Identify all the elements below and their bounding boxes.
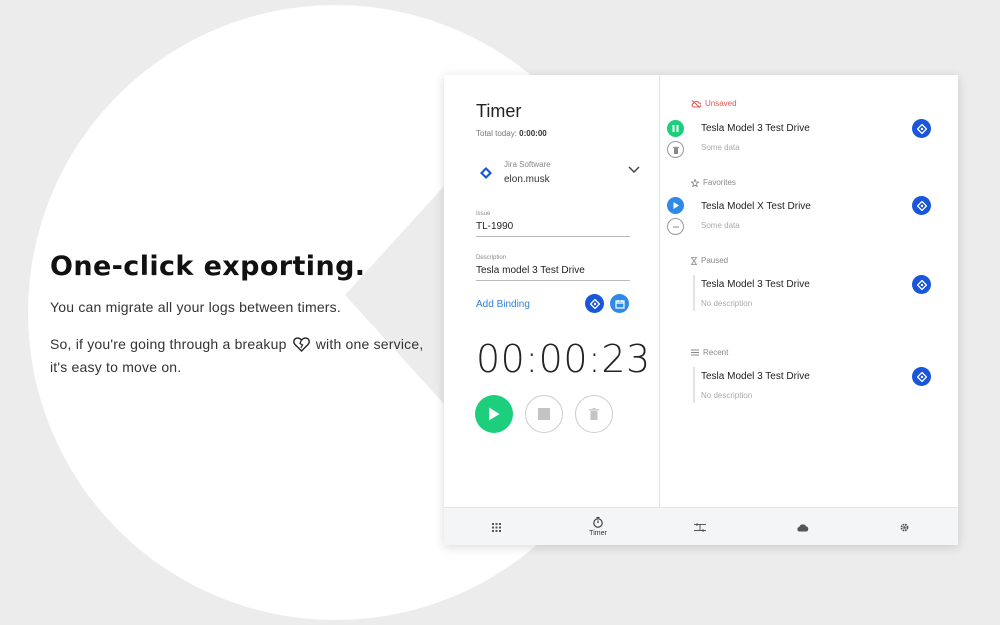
nav-timer-label: Timer <box>589 530 607 537</box>
export-binding-button[interactable] <box>585 294 604 313</box>
export-entry-button[interactable] <box>912 367 931 386</box>
delete-button[interactable] <box>575 395 613 433</box>
play-icon <box>673 202 679 209</box>
star-icon <box>691 178 699 187</box>
promo-line-1: You can migrate all your logs between ti… <box>50 299 341 315</box>
entries-panel: Unsaved Tesla Model 3 Test Drive Some da… <box>661 75 958 507</box>
total-today: Total today: 0:00:00 <box>476 129 547 138</box>
gear-icon <box>900 523 908 531</box>
list-icon <box>691 349 699 356</box>
issue-value[interactable]: TL-1990 <box>476 221 630 236</box>
remove-favorite-button[interactable] <box>667 218 684 235</box>
export-icon <box>916 371 927 382</box>
promo-heading: One-click exporting. <box>50 251 366 282</box>
unsaved-label: Unsaved <box>705 99 737 108</box>
export-entry-button[interactable] <box>912 275 931 294</box>
issue-field[interactable]: Issue TL-1990 <box>476 211 630 237</box>
entry-subtitle: No description <box>701 391 753 400</box>
favorites-label: Favorites <box>703 178 736 187</box>
trash-icon <box>672 146 679 154</box>
add-binding-link[interactable]: Add Binding <box>476 299 530 310</box>
promo-section: One-click exporting. You can migrate all… <box>50 250 430 379</box>
entry-title[interactable]: Tesla Model X Test Drive <box>701 201 811 212</box>
export-entry-button[interactable] <box>912 119 931 138</box>
description-label: Description <box>476 255 507 261</box>
cloud-off-icon <box>691 99 701 108</box>
pause-icon <box>672 125 679 132</box>
export-icon <box>916 123 927 134</box>
trash-icon <box>589 408 599 420</box>
issue-label: Issue <box>476 211 491 217</box>
description-field[interactable]: Description Tesla model 3 Test Drive <box>476 255 630 281</box>
calendar-icon <box>614 299 625 309</box>
stop-icon <box>538 408 550 420</box>
entry-title[interactable]: Tesla Model 3 Test Drive <box>701 371 810 382</box>
entry-subtitle: Some data <box>701 221 740 230</box>
total-today-value: 0:00:00 <box>519 129 547 138</box>
jira-icon <box>480 167 492 179</box>
entry-indicator <box>693 275 695 311</box>
export-icon <box>916 279 927 290</box>
export-icon <box>589 298 600 309</box>
nav-settings[interactable] <box>874 508 934 546</box>
play-icon <box>489 407 500 421</box>
entry-subtitle: No description <box>701 299 753 308</box>
service-selector[interactable]: Jira Software elon.musk <box>476 157 640 187</box>
favorites-section-header: Favorites <box>691 178 736 187</box>
entry-title[interactable]: Tesla Model 3 Test Drive <box>701 123 810 134</box>
paused-section-header: Paused <box>691 256 728 265</box>
calendar-binding-button[interactable] <box>610 294 629 313</box>
timer-panel: Timer Total today: 0:00:00 Jira Software… <box>444 75 660 507</box>
entry-subtitle: Some data <box>701 143 740 152</box>
paused-label: Paused <box>701 256 729 265</box>
grid-icon <box>491 522 501 532</box>
nav-apps[interactable] <box>466 508 526 546</box>
sliders-icon <box>694 522 706 532</box>
play-button[interactable] <box>475 395 513 433</box>
total-today-label: Total today: <box>476 129 517 138</box>
description-value[interactable]: Tesla model 3 Test Drive <box>476 265 630 280</box>
promo-line-2: So, if you're going through a breakup wi… <box>50 333 430 379</box>
resume-entry-button[interactable] <box>667 120 684 137</box>
service-name: Jira Software <box>504 160 551 169</box>
hourglass-icon <box>691 256 697 265</box>
start-entry-button[interactable] <box>667 197 684 214</box>
delete-entry-button[interactable] <box>667 141 684 158</box>
stop-button[interactable] <box>525 395 563 433</box>
nav-timer[interactable]: Timer <box>568 508 628 546</box>
recent-label: Recent <box>703 348 729 357</box>
export-entry-button[interactable] <box>912 196 931 215</box>
promo-line-2a: So, if you're going through a breakup <box>50 336 287 352</box>
cloud-icon <box>796 523 808 531</box>
minus-icon <box>672 226 679 227</box>
export-icon <box>916 200 927 211</box>
nav-reports[interactable] <box>670 508 730 546</box>
bottom-navigation: Timer <box>444 507 958 545</box>
broken-heart-icon <box>292 337 310 352</box>
timer-title: Timer <box>476 101 522 121</box>
service-user: elon.musk <box>504 174 550 185</box>
entry-title[interactable]: Tesla Model 3 Test Drive <box>701 279 810 290</box>
stopwatch-icon <box>593 517 603 528</box>
unsaved-section-header: Unsaved <box>691 99 737 108</box>
timer-clock: 00:00:23 <box>476 337 651 381</box>
timer-app-window: Timer Total today: 0:00:00 Jira Software… <box>444 75 958 545</box>
recent-section-header: Recent <box>691 348 728 357</box>
nav-sync[interactable] <box>772 508 832 546</box>
chevron-down-icon[interactable] <box>628 166 640 174</box>
entry-indicator <box>693 367 695 403</box>
